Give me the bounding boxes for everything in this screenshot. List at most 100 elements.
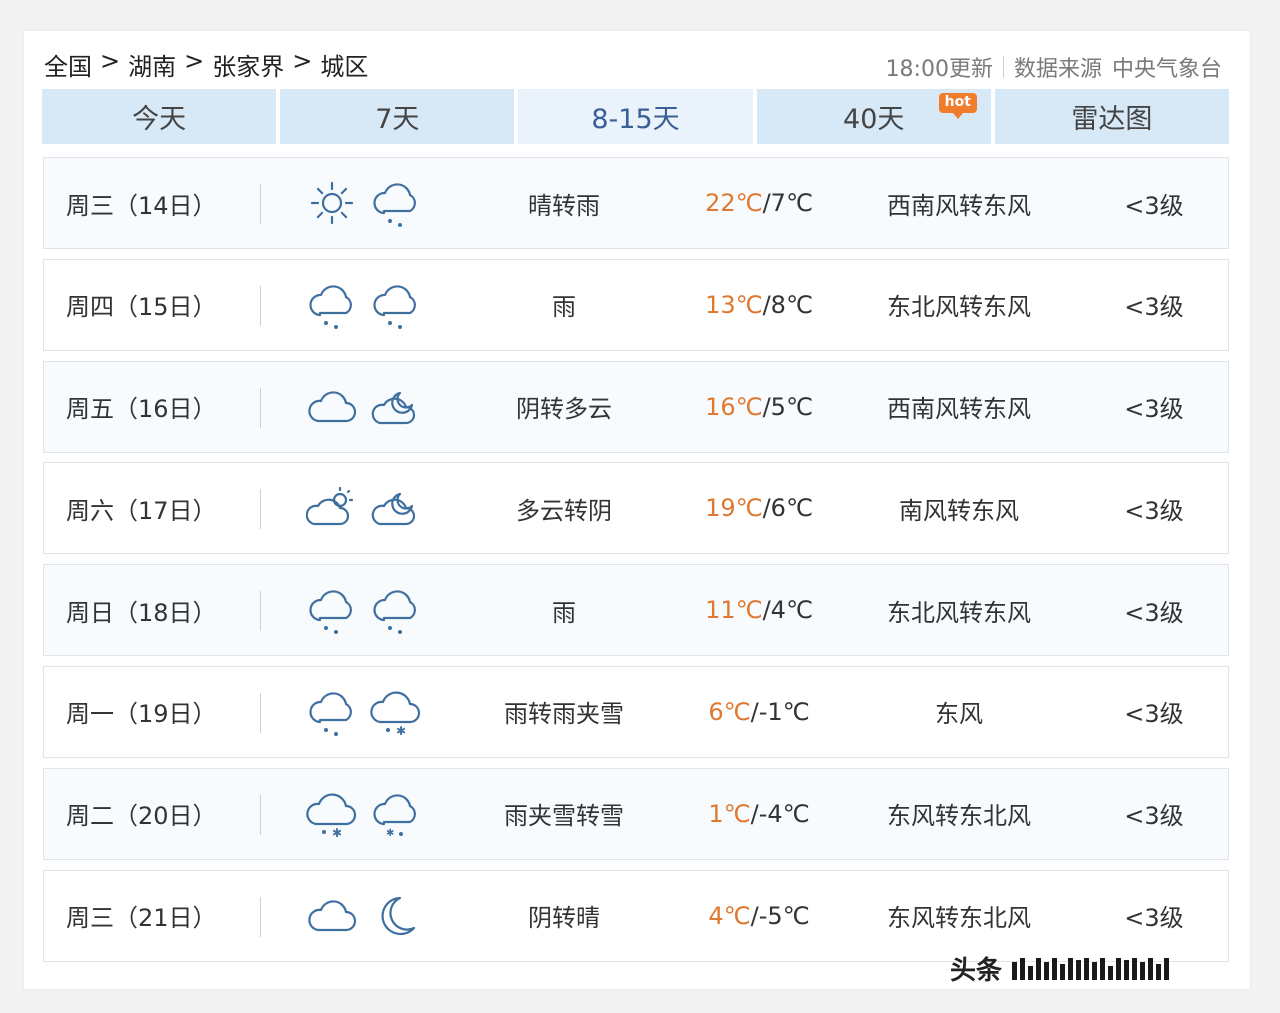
wind-level: <3级 <box>1124 802 1184 831</box>
cloud-icon <box>308 899 357 931</box>
forecast-row: 周三（21日） 阴转晴 4℃/-5℃ 东风转东北风 <3级 <box>43 869 1229 962</box>
wind-level: <3级 <box>1124 293 1184 322</box>
day-date: 周四（15日） <box>66 293 217 322</box>
divider <box>260 285 261 326</box>
divider <box>260 794 261 835</box>
forecast-row: 周五（16日） 阴转多云 16℃/5℃ 西南风转东风 <3级 <box>43 360 1229 453</box>
svg-text:✱: ✱ <box>386 828 394 839</box>
high-temp: 19℃ <box>705 494 763 523</box>
wind-level: <3级 <box>1124 191 1184 220</box>
tab-label: 7天 <box>375 104 420 135</box>
cloudy-night-icon <box>371 493 416 526</box>
high-temp: 6℃ <box>708 697 751 726</box>
low-temp: /7℃ <box>762 189 813 217</box>
wind-direction: 西南风转东风 <box>887 395 1031 424</box>
wind-level: <3级 <box>1124 395 1184 424</box>
breadcrumb-separator: > <box>184 47 205 75</box>
forecast-row: 周六（17日） 多云转阴 19℃/6℃ 南风转东风 <3级 <box>43 462 1229 555</box>
forecast-row: 周日（18日） 雨 11℃/4℃ 东北风转东风 <3级 <box>43 564 1229 657</box>
temperature: 4℃/-5℃ <box>684 871 834 961</box>
weather-description: 雨转雨夹雪 <box>504 700 624 729</box>
tab-today[interactable]: 今天 <box>42 89 277 144</box>
divider <box>260 387 261 428</box>
breadcrumb-item[interactable]: 张家界 <box>212 47 284 82</box>
forecast-row: 周一（19日） ✱ 雨转雨夹雪 6℃/-1℃ 东风 <3级 <box>43 665 1229 758</box>
day-date: 周二（20日） <box>66 802 217 831</box>
forecast-row: 周四（15日） 雨 13℃/8℃ 东北风转东风 <3级 <box>43 258 1229 351</box>
rain-cloud-icon <box>309 590 352 635</box>
breadcrumb-separator: > <box>100 47 121 75</box>
breadcrumb-item[interactable]: 湖南 <box>128 47 176 82</box>
forecast-row: 周二（20日） ✱ ✱ 雨夹雪转雪 1℃/-4℃ 东风转东北风 <3级 <box>43 767 1229 860</box>
rain-cloud-icon <box>373 183 416 227</box>
tab-label: 今天 <box>132 104 187 135</box>
watermark-bars <box>1012 957 1170 980</box>
moon-icon <box>381 896 416 935</box>
weather-icons <box>306 260 426 350</box>
divider <box>260 591 261 632</box>
day-date: 周三（21日） <box>66 904 217 933</box>
wind-level: <3级 <box>1124 904 1184 933</box>
weather-description: 雨 <box>552 598 576 627</box>
day-date: 周日（18日） <box>66 598 217 627</box>
wind-direction: 东北风转东风 <box>887 293 1031 322</box>
breadcrumb-item[interactable]: 全国 <box>44 47 92 82</box>
low-temp: /5℃ <box>762 392 813 421</box>
weather-description: 阴转多云 <box>516 395 612 424</box>
high-temp: 1℃ <box>708 799 751 828</box>
tab-40-days[interactable]: 40天 hot <box>756 89 991 144</box>
partly-cloudy-day-icon <box>306 487 354 526</box>
wind-level: <3级 <box>1124 496 1184 525</box>
temperature: 16℃/5℃ <box>684 362 834 452</box>
temperature: 13℃/8℃ <box>684 260 834 350</box>
wind-direction: 东风转东北风 <box>887 904 1031 933</box>
weather-icons: ✱ ✱ <box>306 769 426 859</box>
weather-description: 雨夹雪转雪 <box>504 802 624 831</box>
temperature: 6℃/-1℃ <box>684 667 834 757</box>
rain-cloud-icon <box>309 692 352 736</box>
weather-icons <box>306 871 426 961</box>
wind-direction: 东北风转东风 <box>887 598 1031 627</box>
temperature: 19℃/6℃ <box>684 463 834 553</box>
low-temp: /4℃ <box>762 596 813 625</box>
tab-label: 8-15天 <box>591 104 680 135</box>
wind-level: <3级 <box>1124 598 1184 627</box>
day-date: 周三（14日） <box>66 191 217 220</box>
wind-level: <3级 <box>1124 700 1184 729</box>
rain-cloud-icon <box>309 285 352 329</box>
wind-direction: 西南风转东风 <box>887 191 1031 220</box>
tab-7-days[interactable]: 7天 <box>280 89 515 144</box>
source-label: 数据来源 <box>1013 57 1102 82</box>
low-temp: /6℃ <box>762 494 813 523</box>
update-info: 18:00更新 数据来源 中央气象台 <box>886 51 1222 83</box>
update-time: 18:00更新 <box>885 57 993 82</box>
weather-description: 晴转雨 <box>528 191 600 220</box>
sleet-cloud-icon: ✱ <box>370 691 421 738</box>
sleet-cloud-icon: ✱ <box>306 793 357 840</box>
breadcrumb-item: 城区 <box>320 53 369 81</box>
high-temp: 13℃ <box>705 290 763 319</box>
temperature: 11℃/4℃ <box>684 565 834 655</box>
tab-8-15-days[interactable]: 8-15天 <box>518 89 753 144</box>
weather-card: 全国 > 湖南 > 张家界 > 城区 18:00更新 数据来源 中央气象台 今天… <box>24 31 1250 989</box>
hot-badge: hot <box>938 93 977 119</box>
high-temp: 4℃ <box>708 901 751 930</box>
watermark-text: 头条 <box>950 956 1003 986</box>
day-date: 周一（19日） <box>66 700 217 729</box>
watermark: 头条 <box>950 950 1170 987</box>
weather-icons <box>306 362 426 452</box>
top-bar: 全国 > 湖南 > 张家界 > 城区 18:00更新 数据来源 中央气象台 <box>44 47 1222 87</box>
divider <box>260 692 261 733</box>
cloudy-night-icon <box>371 391 416 424</box>
divider <box>260 896 261 937</box>
forecast-row: 周三（14日） 晴转雨 22℃/7℃ 西南风转东风 <3级 <box>43 157 1229 249</box>
temperature: 1℃/-4℃ <box>684 769 834 859</box>
tab-bar: 今天 7天 8-15天 40天 hot 雷达图 <box>42 89 1230 144</box>
snow-cloud-icon: ✱ <box>373 794 416 839</box>
high-temp: 11℃ <box>705 596 763 625</box>
tab-radar[interactable]: 雷达图 <box>994 89 1230 144</box>
divider <box>260 489 261 530</box>
tab-label: 雷达图 <box>1071 104 1153 135</box>
divider <box>1002 56 1004 78</box>
weather-description: 阴转晴 <box>528 904 600 933</box>
